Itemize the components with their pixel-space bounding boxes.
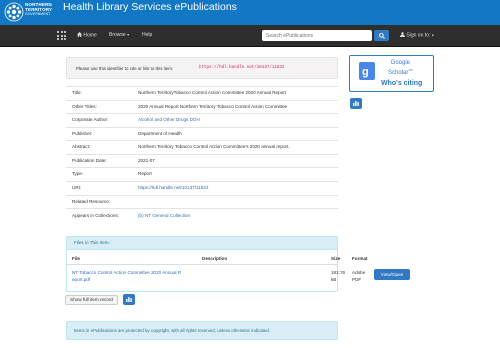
google-scholar-logo-icon: g	[359, 62, 375, 80]
sign-in-label: Sign on to:	[406, 32, 431, 39]
metadata-key: Appears in Collections:	[72, 213, 119, 218]
statistics-button[interactable]	[123, 294, 135, 305]
metadata-key: Type:	[72, 171, 84, 176]
nav-help-label: Help	[142, 32, 153, 38]
gs-line-1: Google	[390, 60, 411, 66]
table-divider	[66, 264, 338, 265]
gs-tm: TM	[408, 67, 413, 72]
metadata-row: URI: https://hdl.handle.net/10137/11832	[66, 181, 338, 196]
search-button[interactable]	[374, 30, 389, 41]
site-title[interactable]: Health Library Services ePublications	[63, 1, 237, 13]
th-format: Format	[352, 256, 368, 261]
search-icon	[378, 32, 385, 39]
nav-browse-label: Browse	[109, 32, 126, 38]
user-icon	[400, 32, 405, 37]
copyright-notice: Items in ePublications are protected by …	[66, 321, 338, 340]
metadata-row: Other Titles: 2020 Annual Report Northern…	[66, 100, 338, 114]
metadata-value[interactable]: (b) NT General Collection	[138, 213, 190, 218]
identifier-well: Please use this identifier to cite or li…	[66, 57, 338, 79]
nav-help[interactable]: Help	[142, 32, 152, 38]
metadata-key: Publication Date:	[72, 158, 107, 163]
metadata-key: Publisher:	[72, 131, 93, 136]
grid-icon[interactable]	[57, 31, 66, 40]
metadata-value: Report	[138, 171, 152, 176]
metadata-row: Related Resource:	[66, 195, 338, 209]
nav-browse[interactable]: Browse ▾	[109, 32, 129, 38]
metadata-key: Other Titles:	[72, 104, 97, 109]
logo-text: NORTHERN TERRITORY GOVERNMENT	[25, 2, 52, 17]
files-panel-title: Files in This Item:	[74, 240, 110, 245]
metadata-row: Abstract: Northern Territory Tobacco Cont…	[66, 140, 338, 155]
bar-chart-icon	[126, 297, 132, 302]
caret-down-icon: ▾	[127, 32, 130, 37]
file-format-line-1: Adobe	[352, 270, 366, 275]
file-link-line-2[interactable]: eport.pdf	[72, 277, 200, 282]
metadata-value: Northern Territory Tobacco Control Actio…	[138, 144, 290, 149]
google-scholar-box[interactable]: g Google ScholarTM Who's citing	[349, 55, 434, 92]
gs-line-2: Scholar	[388, 69, 409, 76]
google-scholar-title: Google ScholarTM	[388, 60, 413, 76]
site-banner: NORTHERN TERRITORY GOVERNMENT Health Lib…	[0, 0, 500, 25]
metadata-row: Corporate Author: Alcohol and Other Drugs…	[66, 113, 338, 128]
home-icon	[77, 32, 82, 37]
metadata-value: 2021-07	[138, 158, 155, 163]
copyright-notice-text: Items in ePublications are protected by …	[74, 328, 270, 333]
metadata-value: 2020 Annual Report Northern Territory To…	[138, 104, 288, 109]
metadata-key: Abstract:	[72, 144, 91, 149]
caret-down-icon: ▾	[431, 32, 434, 38]
logo-line-3: GOVERNMENT	[25, 12, 51, 17]
whos-citing-link[interactable]: Who's citing	[381, 80, 422, 87]
file-format-line-2: PDF	[352, 277, 362, 282]
nav-home-label: Home	[83, 32, 97, 39]
metadata-value: Department of Health	[138, 131, 182, 136]
metadata-row: Title: Northern TerritoryTobacco Control …	[66, 86, 338, 101]
altmetric-stats-button[interactable]	[350, 98, 362, 109]
metadata-value[interactable]: Alcohol and Other Drugs DOH	[138, 117, 200, 122]
files-panel-heading: Files in This Item:	[67, 237, 337, 250]
sign-in-menu[interactable]: Sign on to: ▾	[400, 32, 434, 39]
nav-home[interactable]: Home	[77, 32, 97, 39]
metadata-key: URI:	[72, 185, 82, 190]
file-size-line-2: kB	[331, 277, 337, 282]
identifier-url[interactable]: https://hdl.handle.net/10137/11832	[197, 64, 335, 72]
th-description: Description	[202, 256, 228, 261]
metadata-row: Publication Date: 2021-07	[66, 154, 338, 168]
file-link-line-1[interactable]: NT Tobacco Control Action Committee 2020…	[72, 270, 200, 275]
view-open-button[interactable]: View/Open	[374, 269, 410, 280]
bar-chart-icon	[353, 101, 359, 106]
metadata-row: Appears in Collections: (b) NT General Co…	[66, 208, 338, 223]
metadata-key: Corporate Author:	[72, 117, 109, 122]
file-size-line-1: 182.76	[331, 270, 346, 275]
svg-text:g: g	[362, 66, 369, 78]
metadata-value[interactable]: https://hdl.handle.net/10137/11832	[138, 185, 208, 190]
metadata-key: Title:	[72, 90, 82, 95]
metadata-key: Related Resource:	[72, 199, 111, 204]
nt-government-logo-icon[interactable]	[4, 2, 24, 22]
identifier-label: Please use this identifier to cite or li…	[76, 66, 174, 71]
metadata-row: Type: Report	[66, 167, 338, 182]
th-size: Size	[331, 256, 341, 261]
metadata-row: Publisher: Department of Health	[66, 127, 338, 141]
th-file: File	[72, 256, 80, 261]
metadata-value: Northern TerritoryTobacco Control Action…	[138, 90, 287, 95]
search-input[interactable]	[262, 30, 372, 41]
show-full-record-button[interactable]: Show full item record	[65, 295, 118, 305]
